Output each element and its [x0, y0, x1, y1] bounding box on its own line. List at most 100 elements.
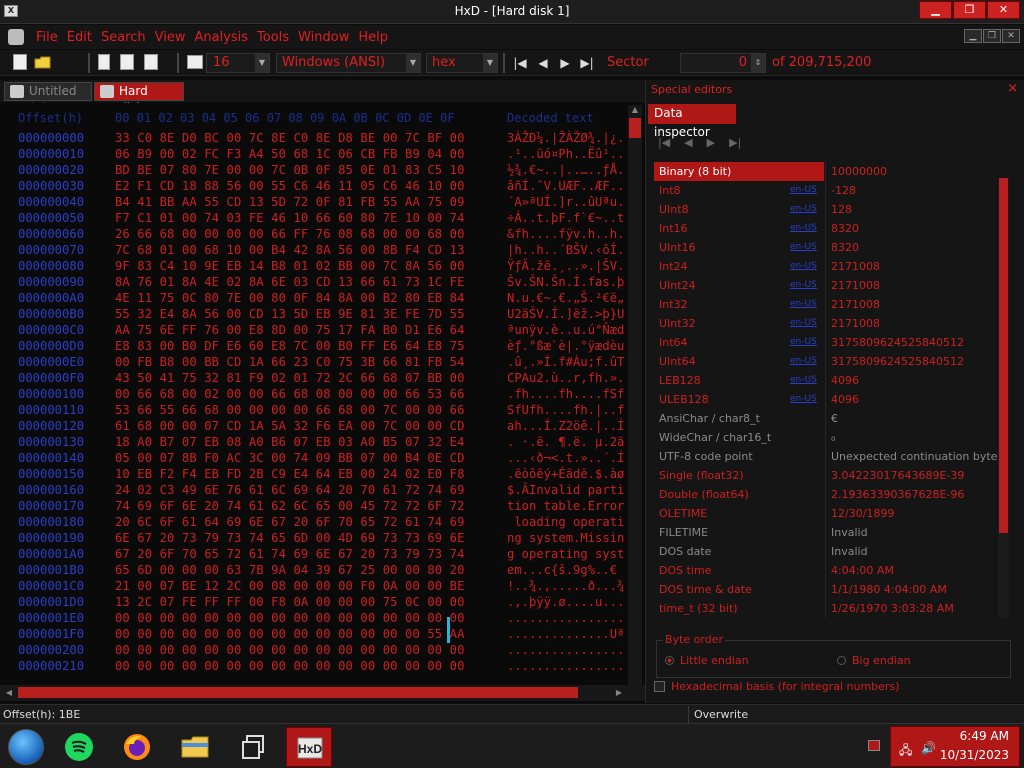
inspector-value[interactable]: 4:04:00 AM	[831, 561, 894, 580]
inspector-scrollbar[interactable]	[998, 178, 1009, 618]
row-decoded-text[interactable]: ................	[507, 658, 624, 674]
status-mode[interactable]: Overwrite	[694, 708, 748, 721]
inspector-row[interactable]: OLETIME 12/30/1899	[654, 504, 999, 523]
row-decoded-text[interactable]: ................	[507, 642, 624, 658]
inspector-value[interactable]: 2171008	[831, 257, 880, 276]
inspector-value[interactable]: 3.04223017643689E-39	[831, 466, 964, 485]
row-decoded-text[interactable]: U2äŠV.Í.]ëž.>þ}U	[507, 306, 624, 322]
locale-link[interactable]: en-US	[790, 295, 817, 314]
sector-input[interactable]: 0 ⇕	[680, 53, 766, 73]
row-decoded-text[interactable]: !..¾.,.....ð...¾	[507, 578, 624, 594]
row-decoded-text[interactable]: èƒ.°ßæ`è|.°ÿædèu	[507, 338, 624, 354]
clock-date[interactable]: 10/31/2023	[940, 748, 1009, 762]
locale-link[interactable]: en-US	[790, 333, 817, 352]
row-hex-bytes[interactable]: B4 41 BB AA 55 CD 13 5D 72 0F 81 FB 55 A…	[115, 194, 465, 210]
hex-basis-checkbox[interactable]: Hexadecimal basis (for integral numbers)	[654, 680, 899, 693]
next-sector-icon[interactable]: ▶	[557, 54, 573, 72]
prev-sector-icon[interactable]: ◀	[535, 54, 551, 72]
inspector-row[interactable]: AnsiChar / char8_t €	[654, 409, 999, 428]
row-decoded-text[interactable]: CPAu2.ù..r,fh.».	[507, 370, 624, 386]
inspector-value[interactable]: 3175809624525840512	[831, 352, 964, 371]
inspector-value[interactable]: ₀	[831, 428, 835, 447]
inspector-row[interactable]: Binary (8 bit) 10000000	[654, 162, 999, 181]
locale-link[interactable]: en-US	[790, 371, 817, 390]
tab-hard-disk-1[interactable]: Hard disk 1	[94, 82, 184, 115]
row-decoded-text[interactable]: ŸƒÄ.žë.¸..».|ŠV.	[507, 258, 624, 274]
last-sector-icon[interactable]: ▶|	[579, 54, 595, 72]
inspector-value[interactable]: €	[831, 409, 838, 428]
row-hex-bytes[interactable]: 18 A0 B7 07 EB 08 A0 B6 07 EB 03 A0 B5 0…	[115, 434, 465, 450]
locale-link[interactable]: en-US	[790, 200, 817, 219]
row-decoded-text[interactable]: &fh....fÿv.h..h.	[507, 226, 624, 242]
row-hex-bytes[interactable]: 00 00 00 00 00 00 00 00 00 00 00 00 00 0…	[115, 642, 465, 658]
row-hex-bytes[interactable]: 43 50 41 75 32 81 F9 02 01 72 2C 66 68 0…	[115, 370, 465, 386]
inspector-value[interactable]: Invalid	[831, 523, 868, 542]
row-decoded-text[interactable]: ½¾.€~..|..…..ƒÅ.	[507, 162, 624, 178]
row-hex-bytes[interactable]: 26 66 68 00 00 00 00 66 FF 76 08 68 00 0…	[115, 226, 465, 242]
row-decoded-text[interactable]: tion table.Error	[507, 498, 624, 514]
row-hex-bytes[interactable]: BD BE 07 80 7E 00 00 7C 0B 0F 85 0E 01 8…	[115, 162, 465, 178]
scroll-up-icon[interactable]: ▲	[628, 105, 642, 117]
inspector-value[interactable]: 3175809624525840512	[831, 333, 964, 352]
inspector-row[interactable]: Int16 en-US 8320	[654, 219, 999, 238]
inspector-row[interactable]: Int8 en-US -128	[654, 181, 999, 200]
inspector-row[interactable]: Single (float32) 3.04223017643689E-39	[654, 466, 999, 485]
row-hex-bytes[interactable]: 67 20 6F 70 65 72 61 74 69 6E 67 20 73 7…	[115, 546, 465, 562]
inspector-value[interactable]: 128	[831, 200, 852, 219]
row-hex-bytes[interactable]: 53 66 55 66 68 00 00 00 00 66 68 00 7C 0…	[115, 402, 465, 418]
last-icon[interactable]: ▶|	[729, 136, 741, 149]
menu-view[interactable]: View	[155, 30, 186, 45]
row-hex-bytes[interactable]: 20 6C 6F 61 64 69 6E 67 20 6F 70 65 72 6…	[115, 514, 465, 530]
inspector-row[interactable]: ULEB128 en-US 4096	[654, 390, 999, 409]
inspector-row[interactable]: UInt32 en-US 2171008	[654, 314, 999, 333]
big-endian-radio[interactable]: Big endian	[837, 654, 911, 667]
notification-flag-icon[interactable]	[868, 740, 880, 751]
hex-horizontal-scrollbar[interactable]: ◀ ▶	[0, 685, 645, 701]
offset-base-select[interactable]: hex ▼	[426, 53, 498, 73]
inspector-row[interactable]: DOS time 4:04:00 AM	[654, 561, 999, 580]
inspector-row[interactable]: Int32 en-US 2171008	[654, 295, 999, 314]
row-decoded-text[interactable]: 3ÀŽÐ¼.|ŽÀŽØ¾.|¿.	[507, 130, 624, 146]
row-hex-bytes[interactable]: E2 F1 CD 18 88 56 00 55 C6 46 11 05 C6 4…	[115, 178, 465, 194]
tab-data-inspector[interactable]: Data inspector	[648, 104, 736, 139]
inspector-row[interactable]: UTF-8 code point Unexpected continuation …	[654, 447, 999, 466]
row-decoded-text[interactable]: .fh....fh....fSf	[507, 386, 624, 402]
close-icon[interactable]: ×	[1007, 81, 1018, 96]
taskbar-app-task-view[interactable]	[230, 727, 276, 767]
row-hex-bytes[interactable]: 7C 68 01 00 68 10 00 B4 42 8A 56 00 8B F…	[115, 242, 465, 258]
taskbar-app-spotify[interactable]	[56, 727, 102, 767]
row-hex-bytes[interactable]: AA 75 6E FF 76 00 E8 8D 00 75 17 FA B0 D…	[115, 322, 465, 338]
taskbar-app-file-explorer[interactable]	[172, 727, 218, 767]
menu-edit[interactable]: Edit	[67, 30, 92, 45]
row-hex-bytes[interactable]: 10 EB F2 F4 EB FD 2B C9 E4 64 EB 00 24 0…	[115, 466, 465, 482]
menu-file[interactable]: File	[36, 30, 58, 45]
minimize-button[interactable]: ▁	[919, 1, 952, 19]
save-icon[interactable]	[98, 54, 110, 70]
row-hex-bytes[interactable]: 74 69 6F 6E 20 74 61 62 6C 65 00 45 72 7…	[115, 498, 465, 514]
row-decoded-text[interactable]: SfUfh....fh.|..f	[507, 402, 624, 418]
row-hex-bytes[interactable]: 9F 83 C4 10 9E EB 14 B8 01 02 BB 00 7C 8…	[115, 258, 465, 274]
scroll-thumb[interactable]	[629, 118, 641, 138]
menu-analysis[interactable]: Analysis	[194, 30, 248, 45]
menu-tools[interactable]: Tools	[257, 30, 289, 45]
row-hex-bytes[interactable]: 05 00 07 8B F0 AC 3C 00 74 09 BB 07 00 B…	[115, 450, 465, 466]
row-decoded-text[interactable]: ´A»ªUÍ.]r..ûUªu.	[507, 194, 624, 210]
row-decoded-text[interactable]: $.ÃInvalid parti	[507, 482, 624, 498]
menu-window[interactable]: Window	[298, 30, 349, 45]
row-decoded-text[interactable]: em...c{š.9g%..€	[507, 562, 624, 578]
row-hex-bytes[interactable]: 00 00 00 00 00 00 00 00 00 00 00 00 00 0…	[115, 610, 465, 626]
row-hex-bytes[interactable]: 33 C0 8E D0 BC 00 7C 8E C0 8E D8 BE 00 7…	[115, 130, 465, 146]
document-system-menu-icon[interactable]	[8, 29, 24, 45]
inspector-value[interactable]: 2171008	[831, 314, 880, 333]
scroll-thumb[interactable]	[18, 687, 578, 698]
row-decoded-text[interactable]: loading operati	[507, 514, 624, 530]
inspector-row[interactable]: time_t (32 bit) 1/26/1970 3:03:28 AM	[654, 599, 999, 618]
taskbar-app-hxd[interactable]: HxD	[286, 727, 332, 767]
row-hex-bytes[interactable]: 00 FB B8 00 BB CD 1A 66 23 C0 75 3B 66 8…	[115, 354, 465, 370]
row-hex-bytes[interactable]: 00 00 00 00 00 00 00 00 00 00 00 00 00 0…	[115, 626, 465, 642]
locale-link[interactable]: en-US	[790, 181, 817, 200]
row-decoded-text[interactable]: . ·.ë. ¶.ë. µ.2ä	[507, 434, 624, 450]
menu-help[interactable]: Help	[358, 30, 388, 45]
row-decoded-text[interactable]: .¹..üó¤Ph..Ëû¹..	[507, 146, 624, 162]
inspector-value[interactable]: 2.19363390367628E-96	[831, 485, 964, 504]
